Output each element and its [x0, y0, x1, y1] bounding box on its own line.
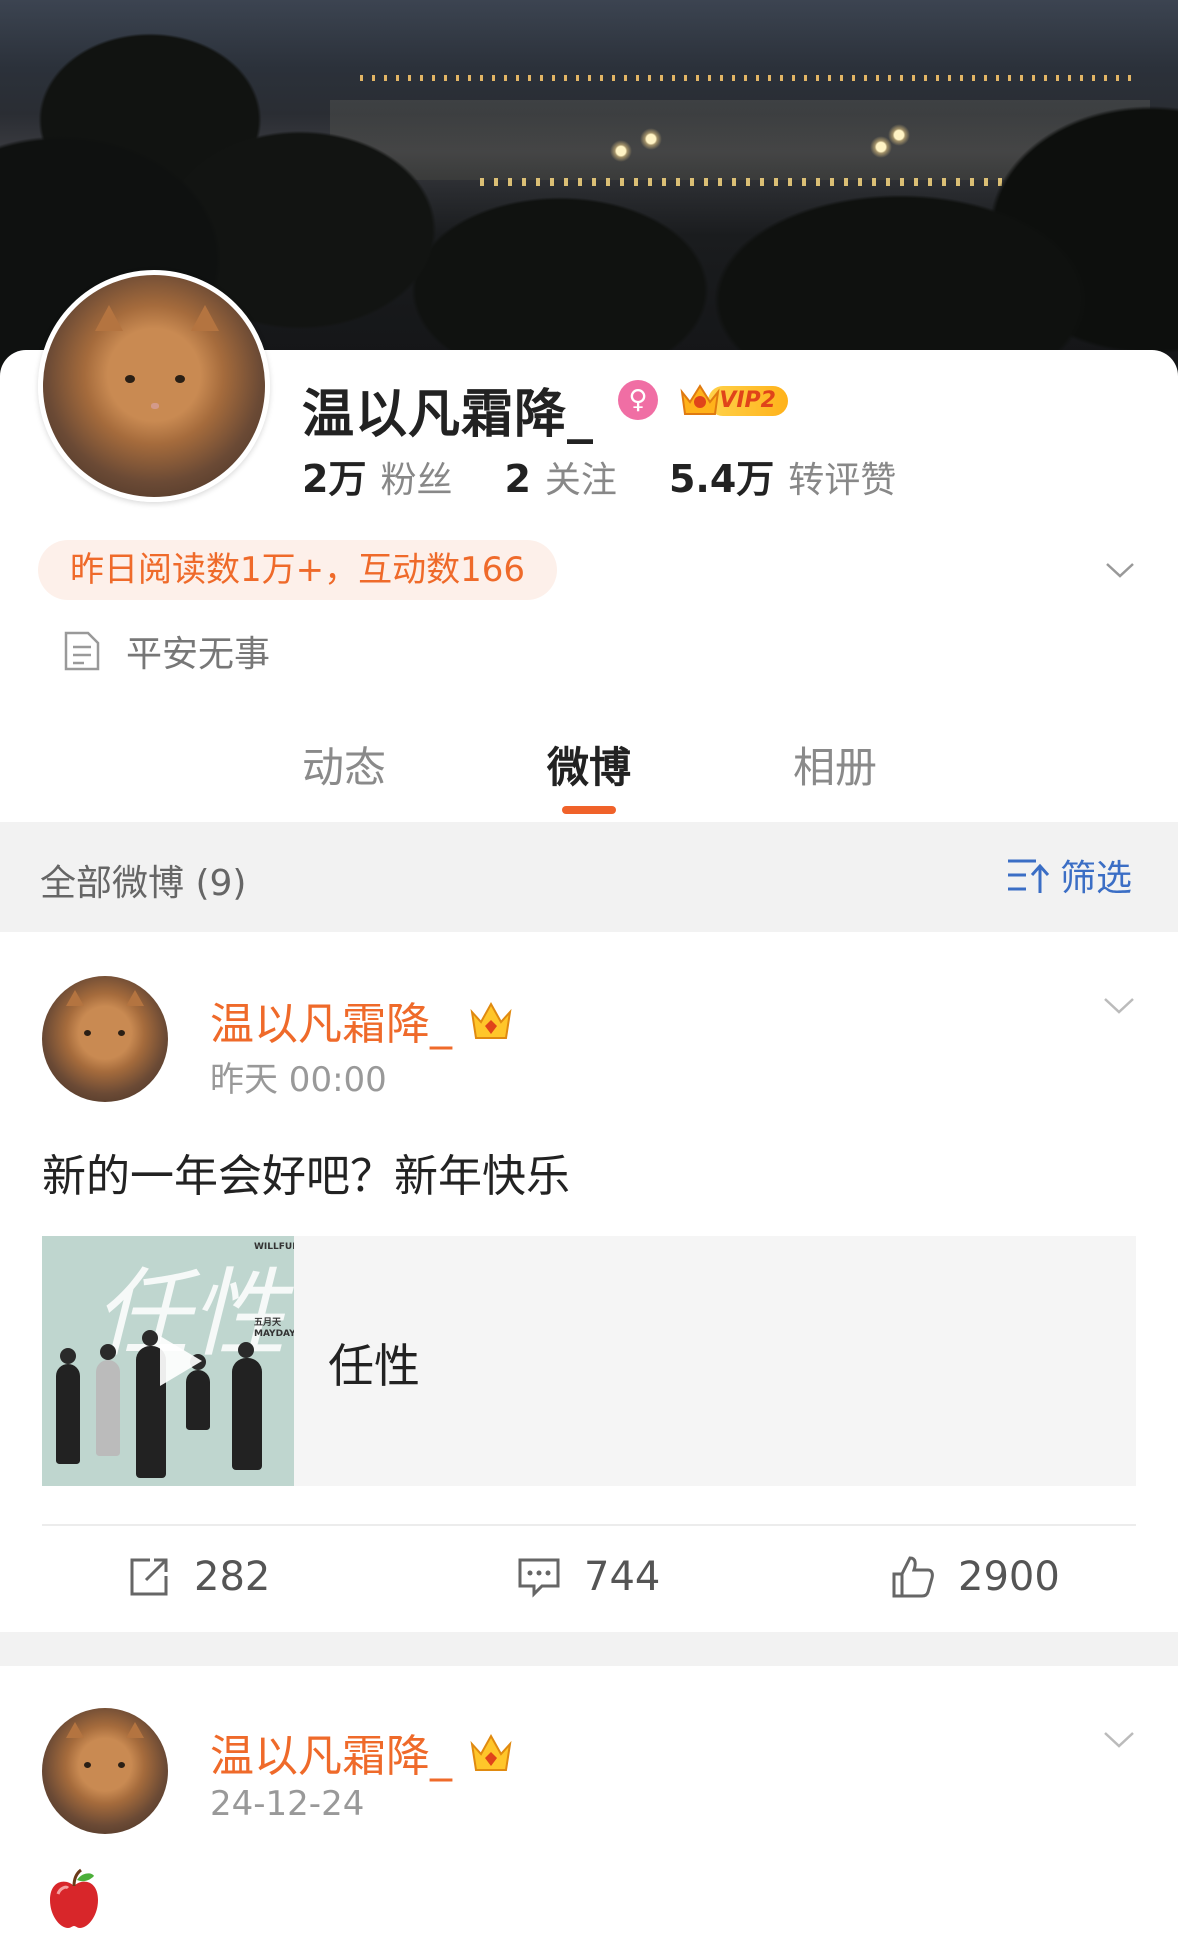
post-avatar[interactable]: [42, 1708, 168, 1834]
chevron-down-icon[interactable]: [1104, 554, 1136, 586]
post-avatar[interactable]: [42, 976, 168, 1102]
stat-label: 关注: [544, 460, 617, 501]
comment-icon: [518, 1558, 560, 1598]
band-member: [100, 1344, 116, 1360]
band-member: [238, 1342, 254, 1358]
stat-fans[interactable]: 2万 粉丝: [302, 448, 452, 503]
filter-bar: 全部微博 (9) 筛选: [0, 822, 1178, 932]
repost-count: 282: [194, 1554, 271, 1600]
apple-icon: [50, 1868, 98, 1928]
band-member: [56, 1364, 80, 1464]
cat-ear: [95, 305, 123, 331]
cat-ear: [126, 990, 144, 1006]
post-author[interactable]: 温以凡霜降_: [210, 988, 452, 1052]
stat-value: 2万: [302, 457, 367, 501]
vip-crown-icon: [470, 1001, 512, 1039]
tab-album[interactable]: 相册: [793, 734, 877, 795]
comment-count: 744: [584, 1554, 661, 1600]
cat-eye: [118, 1030, 125, 1036]
chevron-down-icon[interactable]: [1102, 1722, 1136, 1756]
cat-eye: [175, 375, 185, 383]
profile-avatar[interactable]: [38, 270, 270, 502]
post-text: 新的一年会好吧？新年快乐: [42, 1151, 570, 1202]
filter-button[interactable]: 筛选: [1006, 850, 1132, 900]
song-title: 任性: [328, 1339, 420, 1393]
stat-following[interactable]: 2 关注: [504, 451, 616, 503]
cat-ear: [66, 1722, 84, 1738]
thumbs-up-icon: [892, 1556, 934, 1598]
bio-text: 平安无事: [126, 634, 271, 675]
profile-name: 温以凡霜降_: [302, 385, 595, 445]
comment-button[interactable]: 744: [516, 1552, 660, 1602]
stat-label: 粉丝: [380, 460, 453, 501]
post-time: 昨天 00:00: [210, 1060, 387, 1100]
filter-label: 筛选: [1060, 858, 1133, 899]
album-cover-artist: 五月天 MAYDAY: [254, 1318, 294, 1339]
cat-nose: [151, 403, 159, 409]
post-time: 24-12-24: [210, 1784, 365, 1824]
cat-ear: [191, 305, 219, 331]
divider: [42, 1524, 1136, 1526]
stat-value: 2: [504, 457, 531, 501]
crown-icon: [680, 384, 720, 415]
post-author[interactable]: 温以凡霜降_: [210, 1720, 452, 1784]
cat-eye: [118, 1762, 125, 1768]
stat-label: 转评赞: [788, 460, 897, 501]
vip-badge[interactable]: VIP2: [678, 380, 790, 420]
band-member: [60, 1348, 76, 1364]
band-member: [232, 1358, 262, 1470]
cat-eye: [84, 1030, 91, 1036]
post-separator: [0, 1632, 1178, 1666]
repost-icon: [130, 1558, 168, 1596]
vip-crown-icon: [470, 1733, 512, 1771]
profile-stats: 2万 粉丝 2 关注 5.4万 转评赞: [302, 448, 948, 501]
cat-ear: [66, 990, 84, 1006]
like-count: 2900: [958, 1554, 1060, 1600]
chevron-down-icon[interactable]: [1102, 988, 1136, 1022]
reading-stats-pill[interactable]: 昨日阅读数1万+，互动数166: [38, 540, 558, 600]
tab-dynamics[interactable]: 动态: [302, 734, 386, 795]
cat-eye: [125, 375, 135, 383]
post-card[interactable]: 温以凡霜降_ 24-12-24: [0, 1666, 1178, 1957]
stat-interactions[interactable]: 5.4万 转评赞: [669, 448, 896, 503]
repost-button[interactable]: 282: [126, 1552, 270, 1602]
play-icon[interactable]: [148, 1330, 210, 1392]
album-cover-brand: WILLFUL: [254, 1242, 294, 1252]
cat-eye: [84, 1762, 91, 1768]
profile-page: 温以凡霜降_ ♀ VIP2 2万 粉丝 2 关注 5.4万 转评赞 昨日阅读数1…: [0, 0, 1178, 1957]
profile-bio: 平安无事: [62, 626, 270, 676]
all-posts-count: 全部微博 (9): [40, 863, 247, 904]
music-card[interactable]: 任性 WILLFUL 五月天 MAYDAY 任性: [42, 1236, 1136, 1486]
tab-active-indicator: [562, 806, 616, 814]
tab-weibo[interactable]: 微博: [547, 734, 631, 795]
document-icon: [64, 631, 100, 671]
like-button[interactable]: 2900: [890, 1552, 1060, 1602]
band-member: [96, 1360, 120, 1456]
female-icon: ♀: [618, 380, 658, 420]
cat-ear: [126, 1722, 144, 1738]
stat-value: 5.4万: [668, 457, 775, 501]
filter-icon: [1008, 859, 1050, 893]
